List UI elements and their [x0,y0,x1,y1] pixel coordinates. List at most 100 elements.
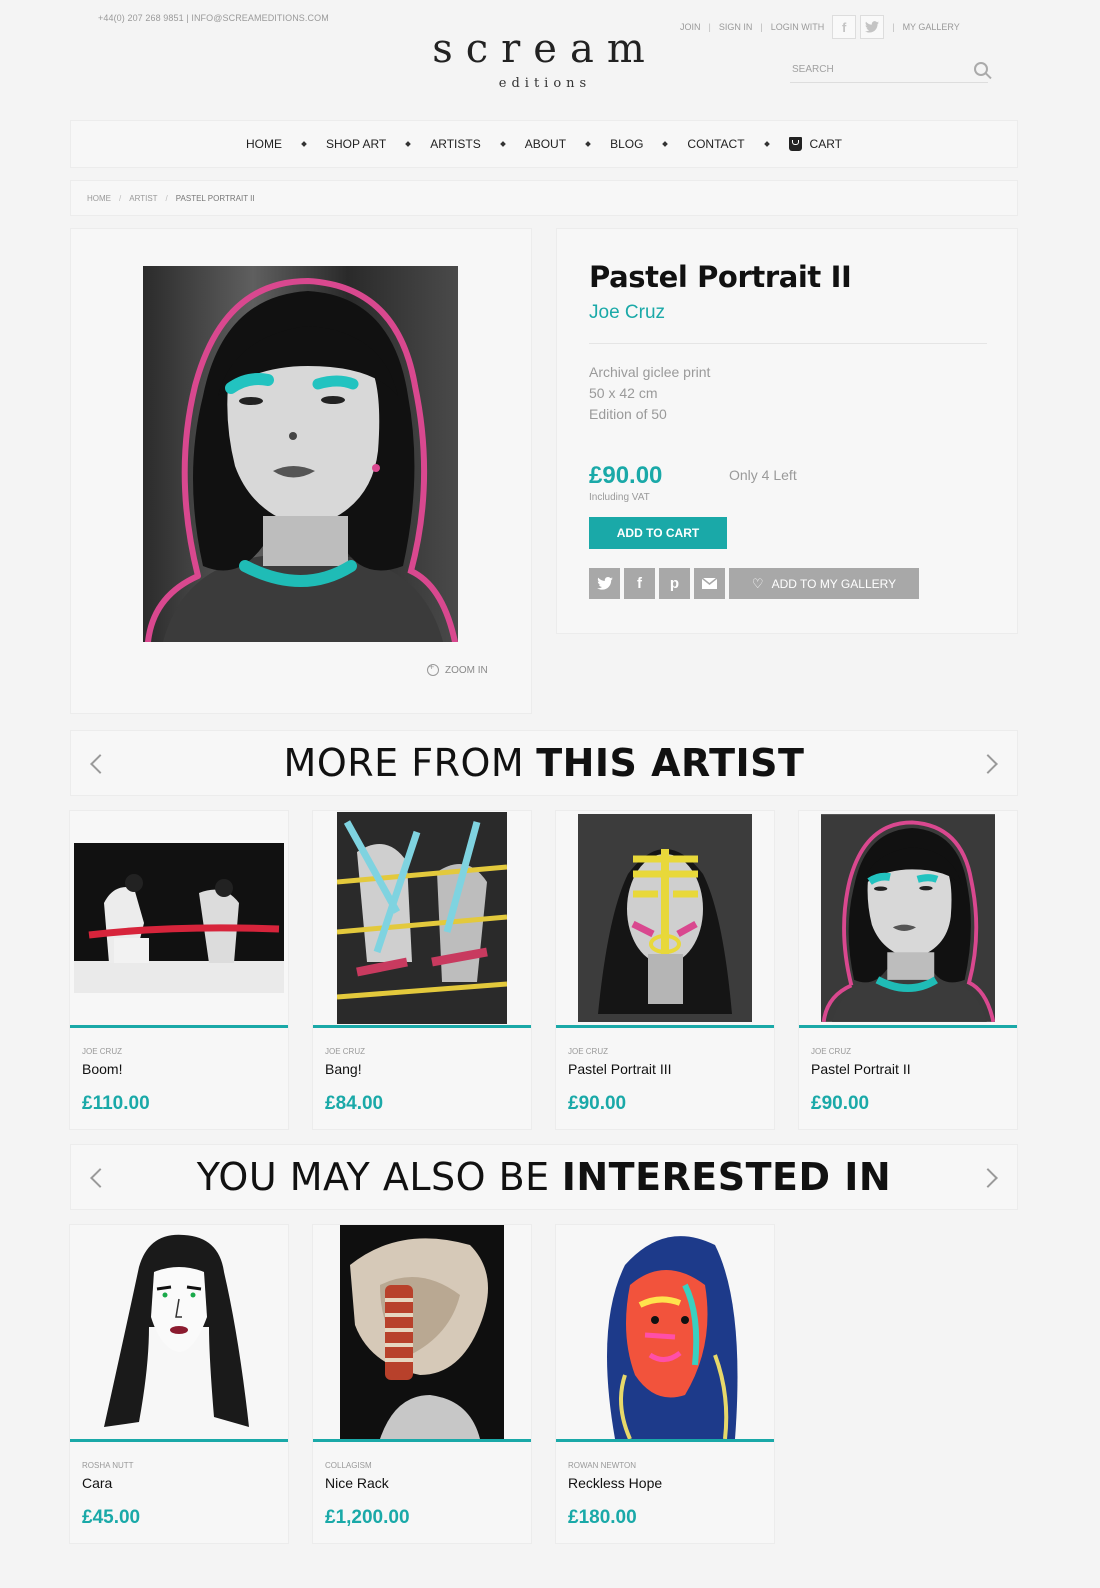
site-logo[interactable]: scream [420,26,670,72]
product-card[interactable]: JOE CRUZ Pastel Portrait III £90.00 [555,810,775,1130]
search-icon[interactable] [974,62,988,76]
contact-info: +44(0) 207 268 9851 | INFO@SCREAMEDITION… [98,13,329,23]
nav-divider [499,141,506,147]
breadcrumb-current: PASTEL PORTRAIT II [175,193,255,203]
nav-blog[interactable]: BLOG [610,137,643,151]
nav-divider [662,141,669,147]
twitter-icon [596,577,613,590]
heart-icon: ♡ [751,575,764,591]
share-facebook-button[interactable]: f [624,568,655,599]
signin-link[interactable]: SIGN IN [719,22,753,32]
card-title[interactable]: Bang! [325,1061,362,1077]
product-image[interactable] [143,266,458,642]
product-card-image[interactable] [313,811,531,1025]
card-accent-bar [556,1439,774,1442]
heading-bold: INTERESTED IN [561,1155,892,1199]
nav-about[interactable]: ABOUT [525,137,566,151]
product-card-image[interactable] [313,1225,531,1439]
carousel-next-icon[interactable] [978,1168,998,1188]
product-spec-edition: Edition of 50 [589,406,667,422]
nav-divider [763,141,770,147]
zoom-in-button[interactable]: ZOOM IN [427,662,488,676]
product-card[interactable]: ROWAN NEWTON Reckless Hope £180.00 [555,1224,775,1544]
separator: | [892,22,895,32]
card-accent-bar [70,1025,288,1028]
product-card-image[interactable] [556,1225,774,1439]
product-card[interactable]: JOE CRUZ Boom! £110.00 [69,810,289,1130]
nav-divider [301,141,307,147]
card-artist: ROSHA NUTT [82,1461,134,1470]
breadcrumb-separator: / [119,193,122,203]
card-accent-bar [313,1439,531,1442]
nav-cart[interactable]: CART [788,137,842,151]
join-link[interactable]: JOIN [680,22,701,32]
separator: | [760,22,763,32]
account-links: JOIN | SIGN IN | LOGIN WITH f | MY GALLE… [680,14,960,40]
product-artist-link[interactable]: Joe Cruz [589,302,665,324]
product-card-image[interactable] [70,1225,288,1439]
share-twitter-button[interactable] [589,568,620,599]
product-card-image[interactable] [799,811,1017,1025]
search-placeholder: SEARCH [792,64,834,75]
carousel-next-icon[interactable] [978,754,998,774]
vat-note: Including VAT [589,492,650,503]
facebook-login-icon[interactable]: f [832,15,857,39]
share-pinterest-button[interactable]: p [659,568,690,599]
heading-light: MORE FROM [283,741,525,785]
card-accent-bar [313,1025,531,1028]
nav-contact[interactable]: CONTACT [687,137,744,151]
twitter-login-icon[interactable] [860,15,885,39]
product-card[interactable]: COLLAGISM Nice Rack £1,200.00 [312,1224,532,1544]
card-price: £180.00 [568,1507,637,1528]
product-card[interactable]: ROSHA NUTT Cara £45.00 [69,1224,289,1544]
main-nav: HOME SHOP ART ARTISTS ABOUT BLOG CONTACT… [70,120,1018,168]
heading-light: YOU MAY ALSO BE [196,1155,550,1199]
cart-icon [788,137,802,151]
product-card[interactable]: JOE CRUZ Bang! £84.00 [312,810,532,1130]
card-artist: COLLAGISM [325,1461,372,1470]
nav-artists[interactable]: ARTISTS [430,137,480,151]
card-accent-bar [70,1439,288,1442]
card-title[interactable]: Pastel Portrait III [568,1061,671,1077]
card-title[interactable]: Reckless Hope [568,1475,662,1491]
breadcrumb-artist[interactable]: ARTIST [129,194,157,203]
share-email-button[interactable] [694,568,725,599]
also-interested-heading: YOU MAY ALSO BE INTERESTED IN [70,1144,1018,1210]
carousel-prev-icon[interactable] [90,1168,110,1188]
nav-shop-art[interactable]: SHOP ART [326,137,386,151]
stock-status: Only 4 Left [729,467,797,483]
product-card[interactable]: JOE CRUZ Pastel Portrait II £90.00 [798,810,1018,1130]
card-price: £84.00 [325,1093,384,1114]
breadcrumb-home[interactable]: HOME [87,194,111,203]
add-to-cart-button[interactable]: ADD TO CART [589,517,727,549]
card-price: £45.00 [82,1507,141,1528]
card-title[interactable]: Pastel Portrait II [811,1061,911,1077]
breadcrumb: HOME / ARTIST / PASTEL PORTRAIT II [70,180,1018,216]
separator: | [708,22,711,32]
card-accent-bar [556,1025,774,1028]
card-title[interactable]: Boom! [82,1061,122,1077]
search-input[interactable]: SEARCH [790,58,988,83]
zoom-in-icon [427,662,439,676]
product-title: Pastel Portrait II [589,260,852,294]
card-price: £1,200.00 [325,1507,410,1528]
card-title[interactable]: Cara [82,1475,112,1491]
product-spec-medium: Archival giclee print [589,364,711,380]
my-gallery-link[interactable]: MY GALLERY [903,22,960,32]
product-card-image[interactable] [70,811,288,1025]
card-price: £90.00 [811,1093,870,1114]
add-to-gallery-button[interactable]: ♡ ADD TO MY GALLERY [729,568,919,599]
nav-home[interactable]: HOME [246,137,282,151]
card-artist: ROWAN NEWTON [568,1461,636,1470]
card-title[interactable]: Nice Rack [325,1475,389,1491]
carousel-prev-icon[interactable] [90,754,110,774]
nav-divider [405,141,412,147]
nav-cart-label: CART [809,137,842,151]
breadcrumb-separator: / [165,193,168,203]
add-to-gallery-label: ADD TO MY GALLERY [771,576,897,591]
facebook-icon: f [637,575,642,592]
product-card-image[interactable] [556,811,774,1025]
card-accent-bar [799,1025,1017,1028]
card-artist: JOE CRUZ [325,1047,365,1056]
login-with-label: LOGIN WITH [770,22,825,32]
